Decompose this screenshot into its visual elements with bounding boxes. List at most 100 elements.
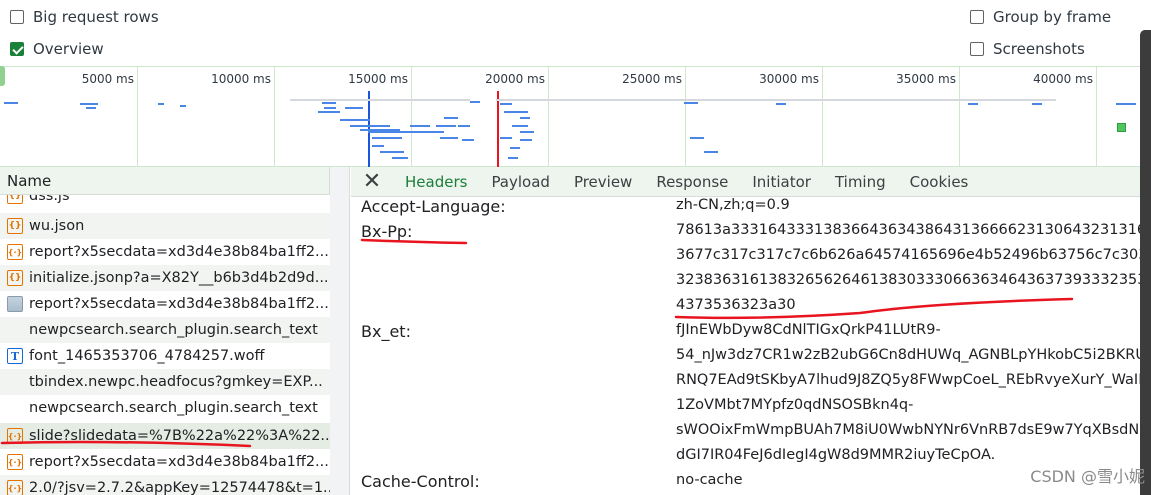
timeline-green-marker <box>1117 123 1126 132</box>
timeline-left-handle[interactable] <box>0 66 5 86</box>
timeline-tick-label: 35000 ms <box>896 72 956 86</box>
name-column-header[interactable]: Name <box>0 167 330 195</box>
timeline-request-bar <box>420 131 444 133</box>
timeline-request-bar <box>1116 103 1136 105</box>
request-name: initialize.jsonp?a=X82Y__b6b3d4b2d9d... <box>29 270 329 286</box>
timeline-request-bar <box>470 101 480 103</box>
timeline-gridline <box>137 67 138 167</box>
timeline-request-bar <box>520 131 534 133</box>
timeline-gridline <box>1096 67 1097 167</box>
header-value-bx-et-line: 54_nJw3dz7CR1w2zB2ubG6Cn8dHUWq_AGNBLpYHk… <box>676 347 1140 363</box>
timeline-request-bar <box>324 107 336 109</box>
panel-splitter[interactable] <box>330 167 350 495</box>
timeline-gridline <box>685 67 686 167</box>
timeline-request-bar <box>520 117 530 119</box>
watermark: CSDN @雪小妮 <box>1030 467 1145 486</box>
timeline-request-bar <box>180 105 186 107</box>
header-value-accept-language: zh-CN,zh;q=0.9 <box>676 197 790 213</box>
timeline-request-bar <box>345 107 363 109</box>
header-value-bx-pp-line: 3238363161383265626461383033306636346436… <box>676 272 1140 288</box>
request-row[interactable]: report?x5secdata=xd3d4e38b84ba1ff2... <box>0 291 330 317</box>
timeline-gridline <box>959 67 960 167</box>
request-row[interactable]: {·} 2.0/?jsv=2.7.2&appKey=12574478&t=1..… <box>0 475 330 495</box>
timeline-request-bar <box>4 102 18 104</box>
timeline-request-bar <box>968 103 978 105</box>
group-by-frame-label: Group by frame <box>993 8 1112 26</box>
overview-checkbox[interactable] <box>10 42 24 56</box>
xhr-icon: {·} <box>7 454 23 470</box>
header-value-bx-pp-line: 4373536323a30 <box>676 297 796 313</box>
header-value-bx-pp-line: 3677c317c317c7c6b626a64574165696e4b52496… <box>676 247 1140 263</box>
group-by-frame-option[interactable]: Group by frame <box>970 8 1111 26</box>
request-name: wu.json <box>29 218 85 234</box>
request-name: dss.js <box>29 195 70 204</box>
timeline-request-bar <box>496 99 1056 101</box>
timeline-request-bar <box>520 139 532 141</box>
header-name-bx-et: Bx_et: <box>361 322 411 341</box>
close-icon[interactable]: ✕ <box>351 167 393 197</box>
timeline-request-bar <box>290 99 470 101</box>
big-request-rows-option[interactable]: Big request rows <box>10 8 159 26</box>
header-value-bx-et-line: fJInEWbDyw8CdNlTIGxQrkP41LUtR9- <box>676 322 941 338</box>
timeline-request-bar <box>86 107 96 109</box>
request-row[interactable]: {} initialize.jsonp?a=X82Y__b6b3d4b2d9d.… <box>0 265 330 291</box>
request-row-selected[interactable]: {·} slide?slidedata=%7B%22a%22%3A%22... <box>0 423 330 449</box>
request-name: report?x5secdata=xd3d4e38b84ba1ff2... <box>29 296 329 312</box>
request-row[interactable]: newpcsearch.search_plugin.search_text <box>0 395 330 421</box>
request-name: 2.0/?jsv=2.7.2&appKey=12574478&t=1... <box>29 480 330 495</box>
header-value-bx-et-line: 1ZoVMbt7MYpfz0qdNSOSBkn4q- <box>676 397 914 413</box>
timeline-request-bar <box>80 103 98 105</box>
name-column-label: Name <box>7 171 52 190</box>
request-list: {} dss.js {} wu.json {·} report?x5secdat… <box>0 195 330 495</box>
request-name: newpcsearch.search_plugin.search_text <box>29 322 318 338</box>
tab-payload[interactable]: Payload <box>479 167 562 197</box>
timeline-request-bar <box>1032 103 1042 105</box>
timeline-gridline <box>411 67 412 167</box>
tab-response[interactable]: Response <box>644 167 740 197</box>
group-by-frame-checkbox[interactable] <box>970 10 984 24</box>
request-row[interactable]: {} dss.js <box>0 195 330 209</box>
timeline-tick-label: 5000 ms <box>81 72 134 86</box>
tab-timing[interactable]: Timing <box>823 167 898 197</box>
timeline-request-bar <box>684 102 698 104</box>
tab-initiator[interactable]: Initiator <box>740 167 823 197</box>
timeline-request-bar <box>410 125 430 127</box>
request-row[interactable]: newpcsearch.search_plugin.search_text <box>0 317 330 343</box>
header-value-cache-control: no-cache <box>676 472 743 488</box>
request-row[interactable]: {} wu.json <box>0 213 330 239</box>
timeline-request-bar <box>368 131 428 133</box>
timeline-request-bar <box>436 125 456 127</box>
overview-option[interactable]: Overview <box>10 40 104 58</box>
timeline-request-bar <box>508 157 518 159</box>
request-row[interactable]: {·} report?x5secdata=xd3d4e38b84ba1ff2..… <box>0 239 330 265</box>
timeline-request-bar <box>158 103 164 105</box>
request-row[interactable]: tbindex.newpc.headfocus?gmkey=EXP... <box>0 369 330 395</box>
timeline-request-bar <box>372 137 402 139</box>
timeline-request-bar <box>444 117 458 119</box>
big-request-rows-checkbox[interactable] <box>10 10 24 24</box>
details-tabbar: ✕ Headers Payload Preview Response Initi… <box>351 167 1140 197</box>
window-edge-scrollbar[interactable] <box>1140 30 1151 495</box>
screenshots-option[interactable]: Screenshots <box>970 40 1085 58</box>
timeline-tick-label: 30000 ms <box>759 72 819 86</box>
request-name: report?x5secdata=xd3d4e38b84ba1ff2... <box>29 454 329 470</box>
tab-cookies[interactable]: Cookies <box>898 167 981 197</box>
tab-headers[interactable]: Headers <box>393 167 479 197</box>
header-name-cache-control: Cache-Control: <box>361 472 480 491</box>
request-row[interactable]: {·} report?x5secdata=xd3d4e38b84ba1ff2..… <box>0 449 330 475</box>
timeline-request-bar <box>340 119 370 121</box>
timeline-request-bar <box>690 137 704 139</box>
json-icon: {} <box>7 270 23 286</box>
header-name-accept-language: Accept-Language: <box>361 197 506 216</box>
request-name: report?x5secdata=xd3d4e38b84ba1ff2... <box>29 244 329 260</box>
tab-preview[interactable]: Preview <box>562 167 644 197</box>
timeline-request-bar <box>500 137 512 139</box>
network-overview-timeline[interactable]: 5000 ms 10000 ms 15000 ms 20000 ms 25000… <box>0 66 1140 167</box>
timeline-gridline <box>548 67 549 167</box>
request-row[interactable]: T font_1465353706_4784257.woff <box>0 343 330 369</box>
timeline-request-bar <box>500 103 512 105</box>
xhr-icon: {·} <box>7 480 23 495</box>
screenshots-checkbox[interactable] <box>970 42 984 56</box>
script-icon: {} <box>7 195 23 204</box>
header-name-bx-pp: Bx-Pp: <box>361 222 413 241</box>
